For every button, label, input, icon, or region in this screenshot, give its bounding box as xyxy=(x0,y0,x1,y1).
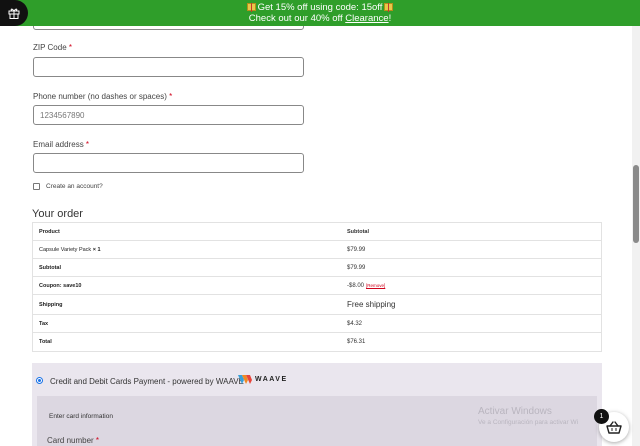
cart-count-badge: 1 xyxy=(594,409,609,424)
payment-method-label[interactable]: Credit and Debit Cards Payment - powered… xyxy=(50,377,244,386)
item-name: Capsule Variety Pack × 1 xyxy=(39,246,101,253)
tax-row: Tax $4.32 xyxy=(33,315,601,333)
promo-banner: Get 15% off using code: 15off Check out … xyxy=(0,0,640,26)
card-number-label: Card number * xyxy=(47,436,100,445)
subtotal-row: Subtotal $79.99 xyxy=(33,259,601,277)
rewards-gift-button[interactable] xyxy=(0,0,28,26)
total-label: Total xyxy=(39,339,52,345)
coupon-row: Coupon: save10 -$8.00 [Remove] xyxy=(33,277,601,295)
shipping-label: Shipping xyxy=(39,301,63,308)
basket-icon xyxy=(606,420,622,434)
subtotal-label: Subtotal xyxy=(39,264,61,271)
payment-method-box: Credit and Debit Cards Payment - powered… xyxy=(32,363,602,446)
windows-activation-title: Activar Windows xyxy=(478,406,552,417)
order-header-row: Product Subtotal xyxy=(33,223,601,241)
item-price: $79.99 xyxy=(347,246,366,253)
page-scrollbar[interactable] xyxy=(632,0,640,446)
header-subtotal: Subtotal xyxy=(347,228,369,235)
tax-label: Tax xyxy=(39,320,49,327)
coupon-label: Coupon: save10 xyxy=(39,282,82,289)
windows-activation-hint: Ve a Configuración para activar Wi xyxy=(478,419,579,426)
shipping-value: Free shipping xyxy=(347,300,396,309)
promo-line-1: Get 15% off using code: 15off xyxy=(0,2,640,13)
total-row: Total $76.31 xyxy=(33,333,601,351)
email-input[interactable] xyxy=(33,153,304,173)
clearance-link[interactable]: Clearance xyxy=(345,13,388,24)
order-title: Your order xyxy=(32,208,83,220)
remove-coupon-link[interactable]: [Remove] xyxy=(366,283,385,288)
order-table: Product Subtotal Capsule Variety Pack × … xyxy=(32,222,602,352)
scrollbar-thumb[interactable] xyxy=(633,165,639,243)
gift-icon xyxy=(246,3,256,12)
gift-icon xyxy=(384,3,394,12)
card-info-label: Enter card information xyxy=(49,413,113,420)
header-product: Product xyxy=(39,228,60,235)
phone-input[interactable]: 1234567890 xyxy=(33,105,304,125)
coupon-value: -$8.00 [Remove] xyxy=(347,282,386,289)
phone-label: Phone number (no dashes or spaces) * xyxy=(33,92,173,101)
create-account-checkbox[interactable] xyxy=(33,183,40,190)
payment-radio[interactable] xyxy=(36,377,43,384)
create-account-row[interactable]: Create an account? xyxy=(33,183,103,190)
promo-line-2: Check out our 40% off Clearance! xyxy=(248,13,392,24)
subtotal-value: $79.99 xyxy=(347,264,366,271)
waave-mark-icon xyxy=(238,375,252,384)
order-item-row: Capsule Variety Pack × 1 $79.99 xyxy=(33,241,601,259)
zip-input[interactable] xyxy=(33,57,304,77)
shipping-row: Shipping Free shipping xyxy=(33,295,601,315)
email-label: Email address * xyxy=(33,140,90,149)
waave-logo: WAAVE xyxy=(238,374,288,385)
gift-icon xyxy=(8,8,20,19)
create-account-label: Create an account? xyxy=(46,183,103,190)
total-value: $76.31 xyxy=(347,339,366,345)
zip-label: ZIP Code * xyxy=(33,43,73,52)
tax-value: $4.32 xyxy=(347,320,363,327)
